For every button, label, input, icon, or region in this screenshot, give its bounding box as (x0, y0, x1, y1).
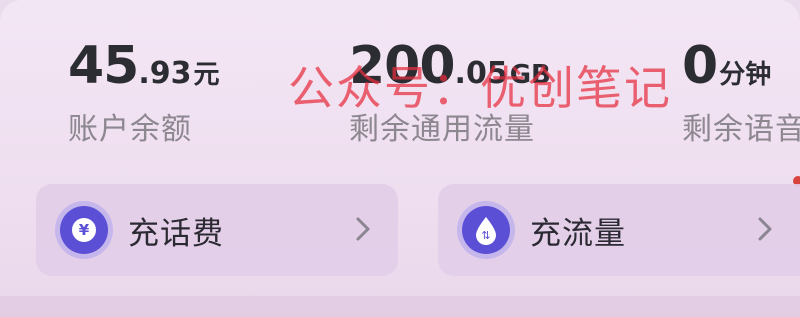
voice-label: 剩余语音 (682, 112, 800, 147)
voice-unit: 分钟 (719, 60, 772, 90)
droplet-shape: ⇅ (476, 217, 496, 245)
data-decimal: .05 (454, 56, 508, 91)
data-unit: GB (509, 60, 551, 90)
balance-stat[interactable]: 45 .93 元 账户余额 (68, 40, 220, 148)
data-label: 剩余通用流量 (349, 112, 535, 147)
bottom-band (0, 296, 800, 317)
balance-decimal: .93 (138, 56, 192, 91)
balance-integer: 45 (68, 36, 139, 96)
chevron-right-icon (356, 217, 370, 241)
voice-stat[interactable]: 0 分钟 剩余语音 (682, 40, 800, 148)
droplet-icon: ⇅ (462, 206, 510, 254)
recharge-fee-button[interactable]: ¥ 充话费 (36, 184, 398, 276)
data-integer: 200 (349, 36, 456, 96)
data-value: 200 .05 GB (349, 40, 551, 92)
recharge-data-button[interactable]: ⇅ 充流量 (438, 184, 800, 276)
balance-unit: 元 (193, 60, 220, 90)
recharge-fee-label: 充话费 (128, 215, 224, 252)
balance-label: 账户余额 (68, 112, 192, 147)
voice-value: 0 分钟 (682, 40, 800, 92)
recharge-data-label: 充流量 (530, 215, 626, 252)
chevron-right-icon (758, 217, 772, 241)
voice-integer: 0 (682, 36, 718, 96)
data-stat[interactable]: 200 .05 GB 剩余通用流量 (349, 40, 551, 148)
yuan-coin-icon: ¥ (60, 206, 108, 254)
svg-text:⇅: ⇅ (481, 229, 490, 242)
balance-value: 45 .93 元 (68, 40, 220, 92)
